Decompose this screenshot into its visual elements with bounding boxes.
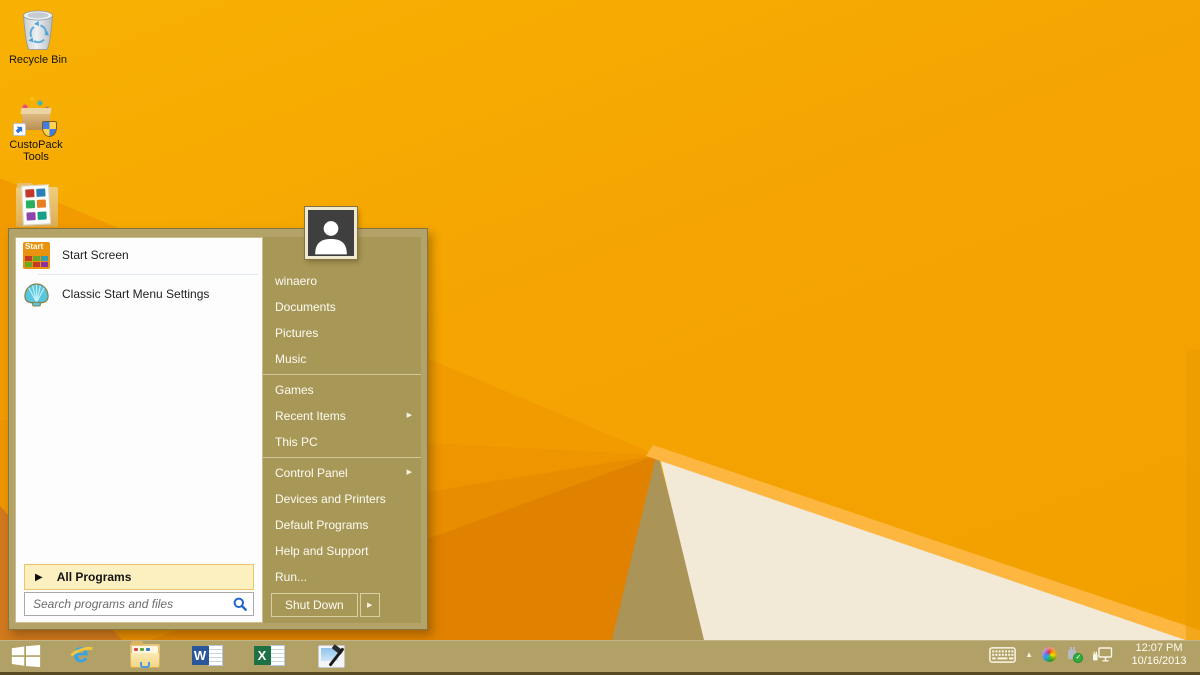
taskbar-button-internet-explorer[interactable]: e: [52, 640, 114, 672]
menu-item-help-and-support[interactable]: Help and Support: [263, 538, 421, 564]
search-icon[interactable]: [233, 597, 247, 611]
classic-shell-icon: [23, 281, 50, 308]
all-programs-button[interactable]: ▶ All Programs: [24, 564, 254, 590]
menu-item-this-pc[interactable]: This PC: [263, 429, 421, 455]
menu-item-games[interactable]: Games: [263, 377, 421, 403]
network-icon[interactable]: [1092, 647, 1113, 663]
desktop-icon-label: CustoPack Tools: [0, 139, 72, 163]
all-programs-label: All Programs: [57, 570, 132, 584]
desktop-icon-folder[interactable]: [12, 183, 62, 229]
touch-keyboard-icon[interactable]: [989, 647, 1016, 663]
taskbar-button-file-explorer[interactable]: [114, 640, 176, 672]
windows-logo-icon: [11, 644, 41, 668]
menu-item-pictures[interactable]: Pictures: [263, 320, 421, 346]
clock-date: 10/16/2013: [1126, 655, 1192, 668]
clock-time: 12:07 PM: [1126, 642, 1192, 655]
menu-item-documents[interactable]: Documents: [263, 294, 421, 320]
menu-item-run[interactable]: Run...: [263, 564, 421, 590]
submenu-arrow-icon: ▶: [367, 601, 372, 609]
desktop-screen: Recycle Bin CustoPack Tools: [0, 0, 1200, 675]
theme-patcher-icon: [318, 645, 345, 668]
internet-explorer-icon: e: [68, 643, 98, 670]
menu-item-start-screen[interactable]: Start Start Screen: [16, 238, 262, 272]
start-screen-icon: Start: [23, 242, 50, 269]
start-menu-left-panel: Start Start Screen Classi: [15, 237, 263, 623]
start-button[interactable]: [0, 640, 52, 672]
search-input[interactable]: Search programs and files: [24, 592, 254, 616]
taskbar-button-theme-tool[interactable]: [300, 640, 362, 672]
menu-item-control-panel[interactable]: Control Panel ▶: [263, 460, 421, 486]
shutdown-button[interactable]: Shut Down: [271, 593, 358, 617]
start-menu-right-panel: winaero Documents Pictures Music Games R…: [263, 237, 421, 623]
taskbar-clock[interactable]: 12:07 PM 10/16/2013: [1126, 642, 1192, 668]
separator: [38, 274, 258, 275]
search-placeholder: Search programs and files: [33, 597, 233, 611]
menu-item-recent-items[interactable]: Recent Items ▶: [263, 403, 421, 429]
show-hidden-icons-button[interactable]: ▲: [1025, 650, 1033, 659]
menu-item-label: Classic Start Menu Settings: [62, 287, 209, 301]
menu-item-user[interactable]: winaero: [263, 268, 421, 294]
desktop-icon-custopack-tools[interactable]: CustoPack Tools: [0, 94, 72, 163]
menu-item-default-programs[interactable]: Default Programs: [263, 512, 421, 538]
taskbar-button-word[interactable]: W: [176, 640, 238, 672]
person-icon: [311, 216, 351, 256]
taskbar: e W X: [0, 640, 1200, 675]
usb-safely-remove-icon[interactable]: [1066, 647, 1083, 663]
shutdown-controls: Shut Down ▶: [271, 593, 380, 617]
menu-item-music[interactable]: Music: [263, 346, 421, 372]
menu-item-devices-and-printers[interactable]: Devices and Printers: [263, 486, 421, 512]
excel-icon: X: [254, 644, 285, 668]
recycle-bin-icon: [2, 7, 74, 53]
shortcut-arrow-icon: [13, 123, 26, 136]
right-arrow-icon: ▶: [35, 572, 43, 583]
separator: [263, 374, 421, 375]
system-tray: ▲ 12:07 PM 10/16/2013: [989, 640, 1196, 669]
uac-shield-icon: [42, 121, 57, 137]
submenu-arrow-icon: ▶: [407, 460, 412, 486]
shutdown-options-button[interactable]: ▶: [360, 593, 380, 617]
separator: [263, 457, 421, 458]
user-picture[interactable]: [305, 207, 357, 259]
file-explorer-icon: [130, 644, 160, 668]
start-menu: Start Start Screen Classi: [8, 228, 428, 630]
menu-item-classic-start-menu-settings[interactable]: Classic Start Menu Settings: [16, 277, 262, 311]
desktop-icon-label: Recycle Bin: [2, 54, 74, 66]
custopack-icon: [0, 94, 72, 138]
word-icon: W: [192, 644, 223, 668]
taskbar-button-excel[interactable]: X: [238, 640, 300, 672]
desktop-icon-recycle-bin[interactable]: Recycle Bin: [2, 7, 74, 66]
start-menu-right-items: winaero Documents Pictures Music Games R…: [263, 268, 421, 590]
folder-icon: [12, 183, 62, 229]
color-profile-icon[interactable]: [1042, 647, 1057, 662]
menu-item-label: Start Screen: [62, 248, 129, 262]
submenu-arrow-icon: ▶: [407, 403, 412, 429]
